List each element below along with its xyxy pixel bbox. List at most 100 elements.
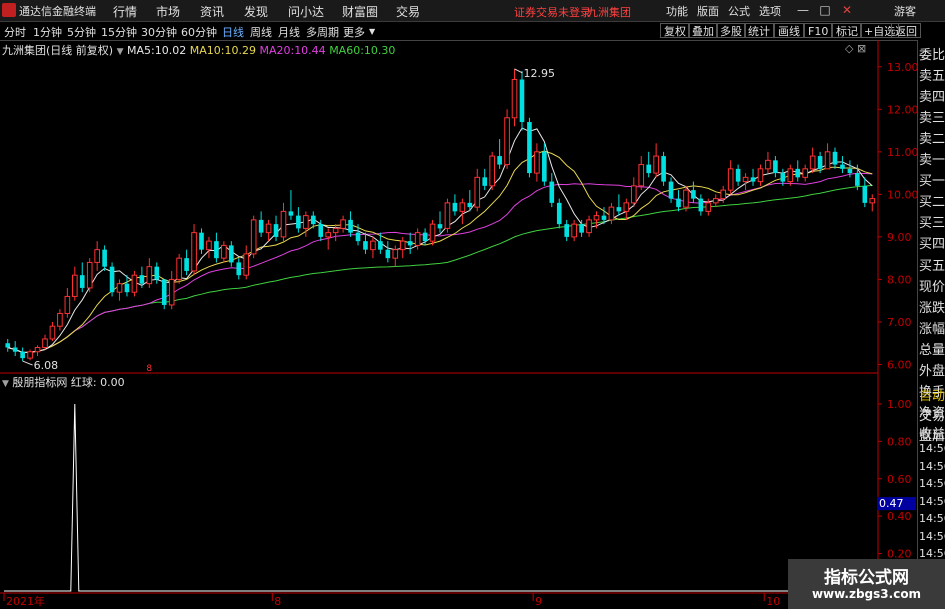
candle-body-down (817, 156, 823, 169)
candle-body-up (265, 223, 272, 234)
menu-xuanxiang[interactable]: 选项 (759, 3, 781, 19)
candle-body-up (64, 295, 71, 314)
candle-body-down (288, 211, 294, 216)
quote-label: 总量 (919, 342, 945, 358)
period-fenshi[interactable]: 分时 (4, 24, 26, 40)
ind-y-tick-label: 0.60 (887, 473, 912, 486)
period-multi[interactable]: 多周期 (306, 24, 339, 40)
f10-button[interactable]: F10 (804, 23, 833, 38)
quote-label: 卖三 (919, 111, 945, 127)
y-tick-label: 12.00 (887, 103, 917, 116)
panel-label: 自动 (919, 389, 945, 404)
quote-label: 买二 (919, 195, 945, 211)
candle-body-up (206, 240, 212, 251)
candle-body-up (571, 223, 577, 238)
indicator-line (4, 403, 876, 592)
period-weekly[interactable]: 周线 (250, 24, 272, 40)
candle-body-up (720, 189, 727, 200)
candle-body-up (399, 240, 406, 251)
quote-label: 买四 (919, 237, 945, 253)
candle-body-down (437, 224, 443, 229)
candle-body-down (5, 343, 11, 348)
draw-button[interactable]: 画线 (774, 23, 804, 38)
trade-time: 14:56 (919, 477, 945, 490)
menu-gongshi[interactable]: 公式 (728, 3, 750, 19)
indicator-name[interactable]: 殷朋指标网 (12, 376, 67, 389)
period-60min[interactable]: 60分钟 (181, 24, 217, 40)
multi-stock-button[interactable]: 多股 (716, 23, 746, 38)
menu-jiaoyi[interactable]: 交易 (396, 3, 420, 20)
candle-body-down (601, 215, 607, 220)
candle-body-down (847, 168, 853, 174)
close-icon[interactable]: ✕ (839, 2, 855, 18)
watermark-title: 指标公式网 (824, 568, 909, 588)
candle-body-down (780, 173, 786, 182)
candle-body-down (862, 185, 868, 203)
menu-wenxiaoda[interactable]: 问小达 (288, 3, 324, 20)
app-logo-icon (2, 3, 16, 17)
menu-hangqing[interactable]: 行情 (113, 3, 137, 20)
candle-body-down (750, 177, 756, 182)
indicator-y-axis: 1.000.800.600.400.200.47 (877, 398, 916, 561)
candle-body-down (102, 249, 107, 267)
menu-caifuquan[interactable]: 财富圈 (342, 3, 378, 20)
menu-gongneng[interactable]: 功能 (666, 3, 688, 19)
trade-login-warning[interactable]: 证券交易未登录 (514, 4, 591, 20)
candle-body-up (243, 253, 250, 276)
indicator-legend: ▼ 殷朋指标网 红球: 0.00 (2, 374, 125, 390)
candle-body-up (638, 164, 645, 187)
menu-shichang[interactable]: 市场 (156, 3, 180, 20)
more-dropdown-icon[interactable]: ▼ (369, 27, 375, 36)
candle-body-up (57, 312, 63, 327)
y-tick-label: 6.00 (887, 358, 912, 371)
quote-label: 涨幅 (919, 321, 945, 337)
stats-button[interactable]: 统计 (744, 23, 774, 38)
candle-body-up (757, 168, 764, 183)
menu-banmian[interactable]: 版面 (697, 3, 719, 19)
y-tick-label: 7.00 (887, 316, 912, 329)
candle-body-down (109, 266, 115, 293)
period-1min[interactable]: 1分钟 (33, 24, 62, 40)
candle-body-up (429, 223, 436, 242)
candle-body-up (712, 198, 719, 204)
period-5min[interactable]: 5分钟 (67, 24, 96, 40)
candle-body-up (489, 155, 495, 187)
indicator-dropdown-icon[interactable]: ▼ (2, 379, 9, 389)
candle-body-up (511, 79, 518, 119)
y-tick-label: 10.00 (887, 188, 917, 201)
x-tick-label: 8 (274, 595, 281, 608)
guest-label[interactable]: 游客 (894, 3, 916, 19)
kline-chart[interactable]: 12.95 6.08 13.00 12.00 11.00 10.00 9.00 8.00 7.… (0, 40, 917, 609)
candle-body-down (79, 275, 85, 288)
minimize-icon[interactable]: — (795, 2, 811, 18)
ma60-polyline (7, 184, 873, 353)
ind-y-tick-label: 1.00 (887, 398, 912, 411)
candle-body-up (705, 202, 712, 212)
mark-button[interactable]: 标记 (832, 23, 862, 38)
panel-label: 交易 (919, 409, 945, 424)
ma5-line (7, 127, 873, 353)
stock-name-link[interactable]: 九洲集团 (587, 4, 631, 20)
period-daily[interactable]: 日线 (222, 24, 244, 40)
period-monthly[interactable]: 月线 (278, 24, 300, 40)
trade-time: 14:56 (919, 494, 945, 508)
maximize-icon[interactable]: □ (817, 2, 833, 18)
candle-body-up (392, 249, 399, 259)
candle-body-down (832, 151, 838, 165)
candle-body-down (378, 241, 383, 250)
candle-body-up (683, 189, 689, 208)
candle-body-down (214, 241, 219, 259)
ma10-polyline (7, 150, 873, 353)
candle-body-down (691, 190, 696, 199)
candle-body-up (221, 244, 227, 259)
period-15min[interactable]: 15分钟 (101, 24, 137, 40)
candle-body-down (154, 266, 160, 280)
period-more[interactable]: 更多 (343, 24, 365, 40)
period-30min[interactable]: 30分钟 (141, 24, 177, 40)
menu-faxian[interactable]: 发现 (244, 3, 268, 20)
period-toolbar: 分时 1分钟 5分钟 15分钟 30分钟 60分钟 日线 周线 月线 多周期 更… (0, 22, 945, 41)
back-button[interactable]: 返回 (891, 23, 921, 38)
overlay-button[interactable]: 叠加 (688, 23, 718, 38)
adjust-button[interactable]: 复权 (660, 23, 690, 38)
menu-zixun[interactable]: 资讯 (200, 3, 224, 20)
